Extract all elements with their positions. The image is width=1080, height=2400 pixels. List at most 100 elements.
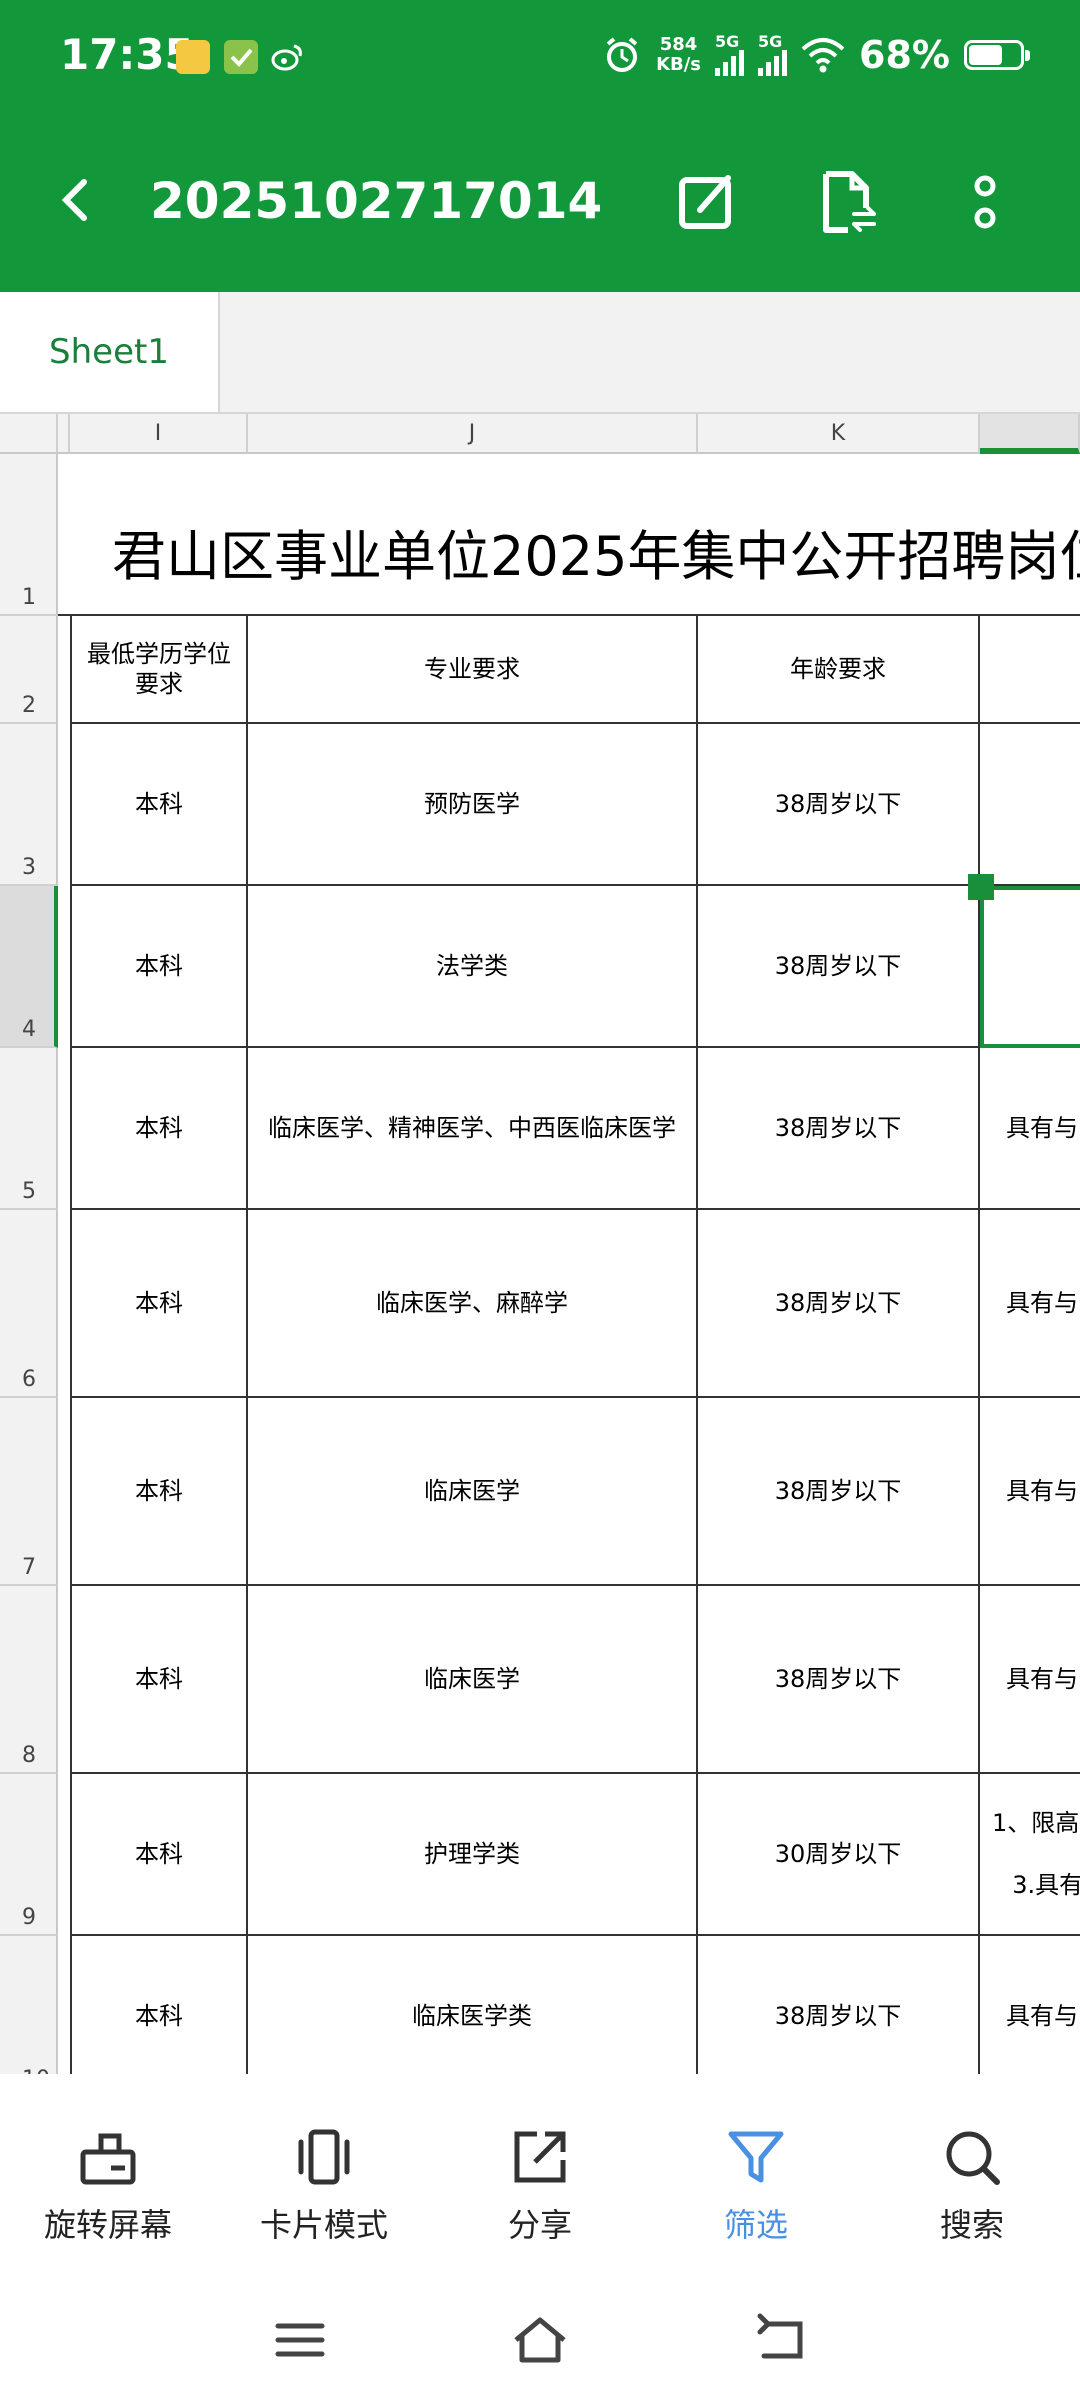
table-cell[interactable]: 临床医学类 xyxy=(248,1936,698,2074)
table-cell[interactable]: 38周岁以下 xyxy=(698,1048,980,1210)
back-nav-icon[interactable] xyxy=(750,2310,810,2370)
battery-icon xyxy=(964,40,1030,70)
row-header-8[interactable]: 8 xyxy=(0,1586,58,1774)
table-cell[interactable]: 临床医学、麻醉学 xyxy=(248,1210,698,1398)
table-cell[interactable]: 具有与i xyxy=(980,1048,1080,1210)
row-number: 7 xyxy=(22,1555,36,1580)
signal-bars-icon xyxy=(715,50,745,76)
back-arrow-icon[interactable] xyxy=(50,172,106,228)
row-header-1[interactable]: 1 xyxy=(0,454,58,616)
row-header-4[interactable]: 4 xyxy=(0,886,58,1048)
net-speed: 584 KB/s xyxy=(656,35,701,75)
row-header-7[interactable]: 7 xyxy=(0,1398,58,1586)
row-number: 6 xyxy=(22,1367,36,1392)
row-header-3[interactable]: 3 xyxy=(0,724,58,886)
column-header-hidden xyxy=(58,414,70,454)
table-cell[interactable]: 38周岁以下 xyxy=(698,1398,980,1586)
signal-bars-icon xyxy=(758,50,788,76)
table-cell[interactable]: 38周岁以下 xyxy=(698,1210,980,1398)
filter-label: 筛选 xyxy=(723,2206,788,2244)
selection-drag-handle[interactable] xyxy=(968,874,994,900)
table-cell[interactable]: 具有与i xyxy=(980,1210,1080,1398)
row-header-2[interactable]: 2 xyxy=(0,616,58,724)
table-cell[interactable] xyxy=(980,724,1080,886)
document-title: 20251027170146… xyxy=(150,172,600,230)
table-cell[interactable]: 具有与i xyxy=(980,1586,1080,1774)
table-cell[interactable]: 临床医学 xyxy=(248,1586,698,1774)
signal-5g-1: 5G xyxy=(715,32,745,76)
search-button[interactable]: 搜索 xyxy=(892,2126,1052,2256)
share-label: 分享 xyxy=(507,2206,572,2244)
sheet-tabs: Sheet1 xyxy=(0,292,1080,414)
rotate-screen-icon xyxy=(80,2133,136,2185)
rotate-screen-button[interactable]: 旋转屏幕 xyxy=(28,2126,188,2256)
table-cell[interactable]: 38周岁以下 xyxy=(698,1936,980,2074)
signal-label: 5G xyxy=(715,32,740,51)
search-icon xyxy=(946,2131,1000,2185)
weibo-icon xyxy=(270,40,304,74)
search-label: 搜索 xyxy=(939,2206,1004,2244)
table-cell[interactable]: 30周岁以下 xyxy=(698,1774,980,1936)
column-header-j[interactable]: J xyxy=(248,414,698,454)
column-header-k[interactable]: K xyxy=(698,414,980,454)
file-convert-icon[interactable] xyxy=(812,168,882,238)
table-cell[interactable]: 预防医学 xyxy=(248,724,698,886)
row-header-9[interactable]: 9 xyxy=(0,1774,58,1936)
table-cell[interactable]: 护理学类 xyxy=(248,1774,698,1936)
table-cell[interactable]: 1、限高校 3.具有 xyxy=(980,1774,1080,1936)
table-cell[interactable]: 38周岁以下 xyxy=(698,1586,980,1774)
table-cell[interactable]: 本科 xyxy=(70,724,248,886)
filter-icon xyxy=(728,2131,784,2183)
row-header-6[interactable]: 6 xyxy=(0,1210,58,1398)
table-cell[interactable]: 本科 xyxy=(70,1210,248,1398)
header-cell-age[interactable]: 年龄要求 xyxy=(698,616,980,724)
task-check-icon xyxy=(224,40,258,74)
table-cell[interactable]: 38周岁以下 xyxy=(698,724,980,886)
tab-sheet1[interactable]: Sheet1 xyxy=(0,292,220,412)
table-cell[interactable]: 临床医学、精神医学、中西医临床医学 xyxy=(248,1048,698,1210)
header-cell-education[interactable]: 最低学历学位要求 xyxy=(70,616,248,724)
grid-corner[interactable] xyxy=(0,414,58,454)
header-cell-other[interactable] xyxy=(980,616,1080,724)
column-header-l[interactable] xyxy=(980,414,1080,454)
table-cell[interactable]: 法学类 xyxy=(248,886,698,1048)
header-cell-major[interactable]: 专业要求 xyxy=(248,616,698,724)
table-cell[interactable]: 本科 xyxy=(70,886,248,1048)
row-number: 4 xyxy=(22,1017,36,1042)
edit-icon[interactable] xyxy=(672,168,742,238)
row-header-10[interactable]: 10 xyxy=(0,1936,58,2074)
table-cell[interactable]: 具有与i xyxy=(980,1398,1080,1586)
share-icon xyxy=(514,2131,566,2183)
card-mode-button[interactable]: 卡片模式 xyxy=(244,2126,404,2256)
table-cell[interactable]: 本科 xyxy=(70,1586,248,1774)
spreadsheet-grid[interactable]: I J K 1 2 3 4 5 6 7 8 9 10 君山区事业单位2025年集… xyxy=(0,414,1080,2074)
rotate-screen-label: 旋转屏幕 xyxy=(43,2206,172,2244)
notes-app-icon xyxy=(176,40,210,74)
table-cell[interactable]: 具有与i xyxy=(980,1936,1080,2074)
row-number: 2 xyxy=(22,693,36,718)
table-cell[interactable]: 本科 xyxy=(70,1398,248,1586)
share-button[interactable]: 分享 xyxy=(460,2126,620,2256)
home-nav-icon[interactable] xyxy=(510,2310,570,2370)
table-cell[interactable]: 38周岁以下 xyxy=(698,886,980,1048)
row-number: 8 xyxy=(22,1743,36,1768)
table-cell[interactable]: 临床医学 xyxy=(248,1398,698,1586)
column-header-i[interactable]: I xyxy=(70,414,248,454)
row-header-5[interactable]: 5 xyxy=(0,1048,58,1210)
row-number: 9 xyxy=(22,1905,36,1930)
table-cell[interactable]: 本科 xyxy=(70,1774,248,1936)
title-cell[interactable]: 君山区事业单位2025年集中公开招聘岗位 xyxy=(58,454,1080,616)
row-number: 5 xyxy=(22,1179,36,1204)
signal-label: 5G xyxy=(758,32,783,51)
table-cell[interactable]: 本科 xyxy=(70,1048,248,1210)
more-options-icon[interactable] xyxy=(950,168,1020,238)
row-number: 1 xyxy=(22,585,36,610)
battery-percent: 68% xyxy=(859,33,950,77)
table-cell[interactable]: 本科 xyxy=(70,1936,248,2074)
card-mode-icon xyxy=(298,2129,350,2185)
menu-nav-icon[interactable] xyxy=(270,2310,330,2370)
card-mode-label: 卡片模式 xyxy=(259,2206,388,2244)
signal-5g-2: 5G xyxy=(758,32,788,76)
status-time: 17:35 xyxy=(60,30,194,79)
filter-button[interactable]: 筛选 xyxy=(676,2126,836,2256)
